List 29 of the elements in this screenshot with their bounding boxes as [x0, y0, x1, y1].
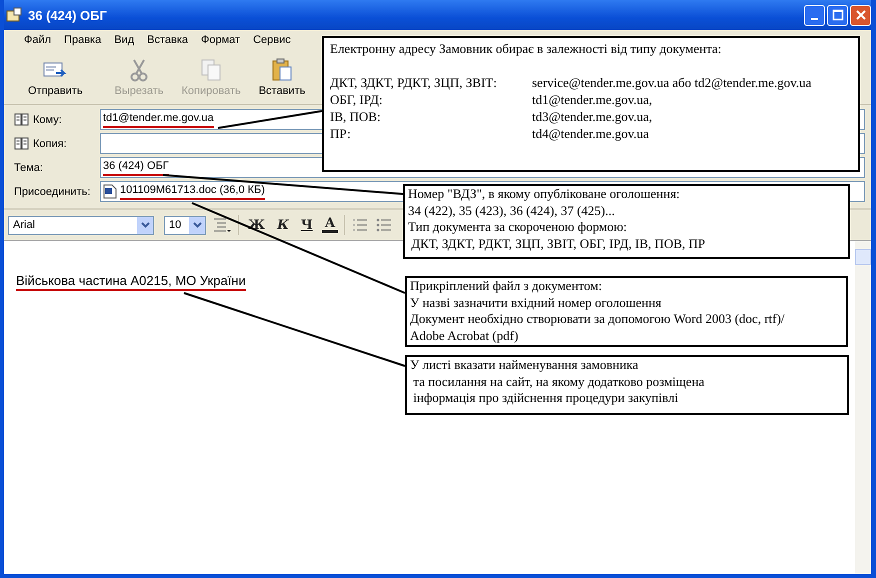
field-label: Присоединить: — [14, 186, 90, 198]
callout-text: У листі вказати найменування замовника — [410, 357, 640, 374]
field-label: Тема: — [14, 162, 43, 174]
callout-text: Тип документа за скороченою формою: — [408, 219, 628, 236]
callout-text: ОБГ, ІРД: — [330, 91, 384, 108]
callout-text: td3@tender.me.gov.ua, — [532, 108, 654, 125]
callout-text: ДКТ, ЗДКТ, РДКТ, ЗЦП, ЗВІТ, ОБГ, ІРД, ІВ, ПОВ, ПР — [410, 236, 706, 252]
callout-text: інформація про здійснення процедури закупівлі — [412, 390, 680, 406]
field-value: td1@tender.me.gov.ua — [103, 111, 214, 128]
callout-text: ДКТ, ЗДКТ, РДКТ, ЗЦП, ЗВІТ: — [330, 74, 498, 91]
callout-text: Електронну адресу Замовник обирає в залежності від типу документа: — [330, 40, 722, 57]
callout-text: td4@tender.me.gov.ua — [532, 125, 650, 142]
callout-text: У назві зазначити вхідний номер оголошення — [410, 294, 662, 311]
field-value: 101109M61713.doc (36,0 КБ) — [120, 183, 265, 200]
callout-text: Номер "ВДЗ", в якому опубліковане оголошення: — [408, 186, 681, 202]
callout-text: Документ необхідно створювати за допомогою Word 2003 (doc, rtf)/ — [410, 311, 786, 328]
field-label: Копия: — [33, 138, 67, 150]
window-title: 36 (424) ОБГ — [28, 8, 107, 22]
callout-text: ІВ, ПОВ: — [330, 108, 382, 125]
field-label: Кому: — [33, 114, 62, 126]
callout-text: Adobe Acrobat (pdf) — [410, 328, 520, 344]
callout-text: 34 (422), 35 (423), 36 (424), 37 (425)... — [408, 202, 616, 219]
field-value: 36 (424) ОБГ — [103, 159, 169, 176]
callout-text: service@tender.me.gov.ua або td2@tender.me.gov.ua — [532, 74, 812, 91]
callout-text: ПР: — [330, 125, 352, 142]
callout-text: td1@tender.me.gov.ua, — [532, 91, 654, 108]
callout-text: та посилання на сайт, на якому додатково розміщена — [412, 374, 706, 390]
message-text: Військова частина А0215, МО України — [16, 273, 246, 291]
callout-text: Прикріплений файл з документом: — [410, 278, 604, 294]
